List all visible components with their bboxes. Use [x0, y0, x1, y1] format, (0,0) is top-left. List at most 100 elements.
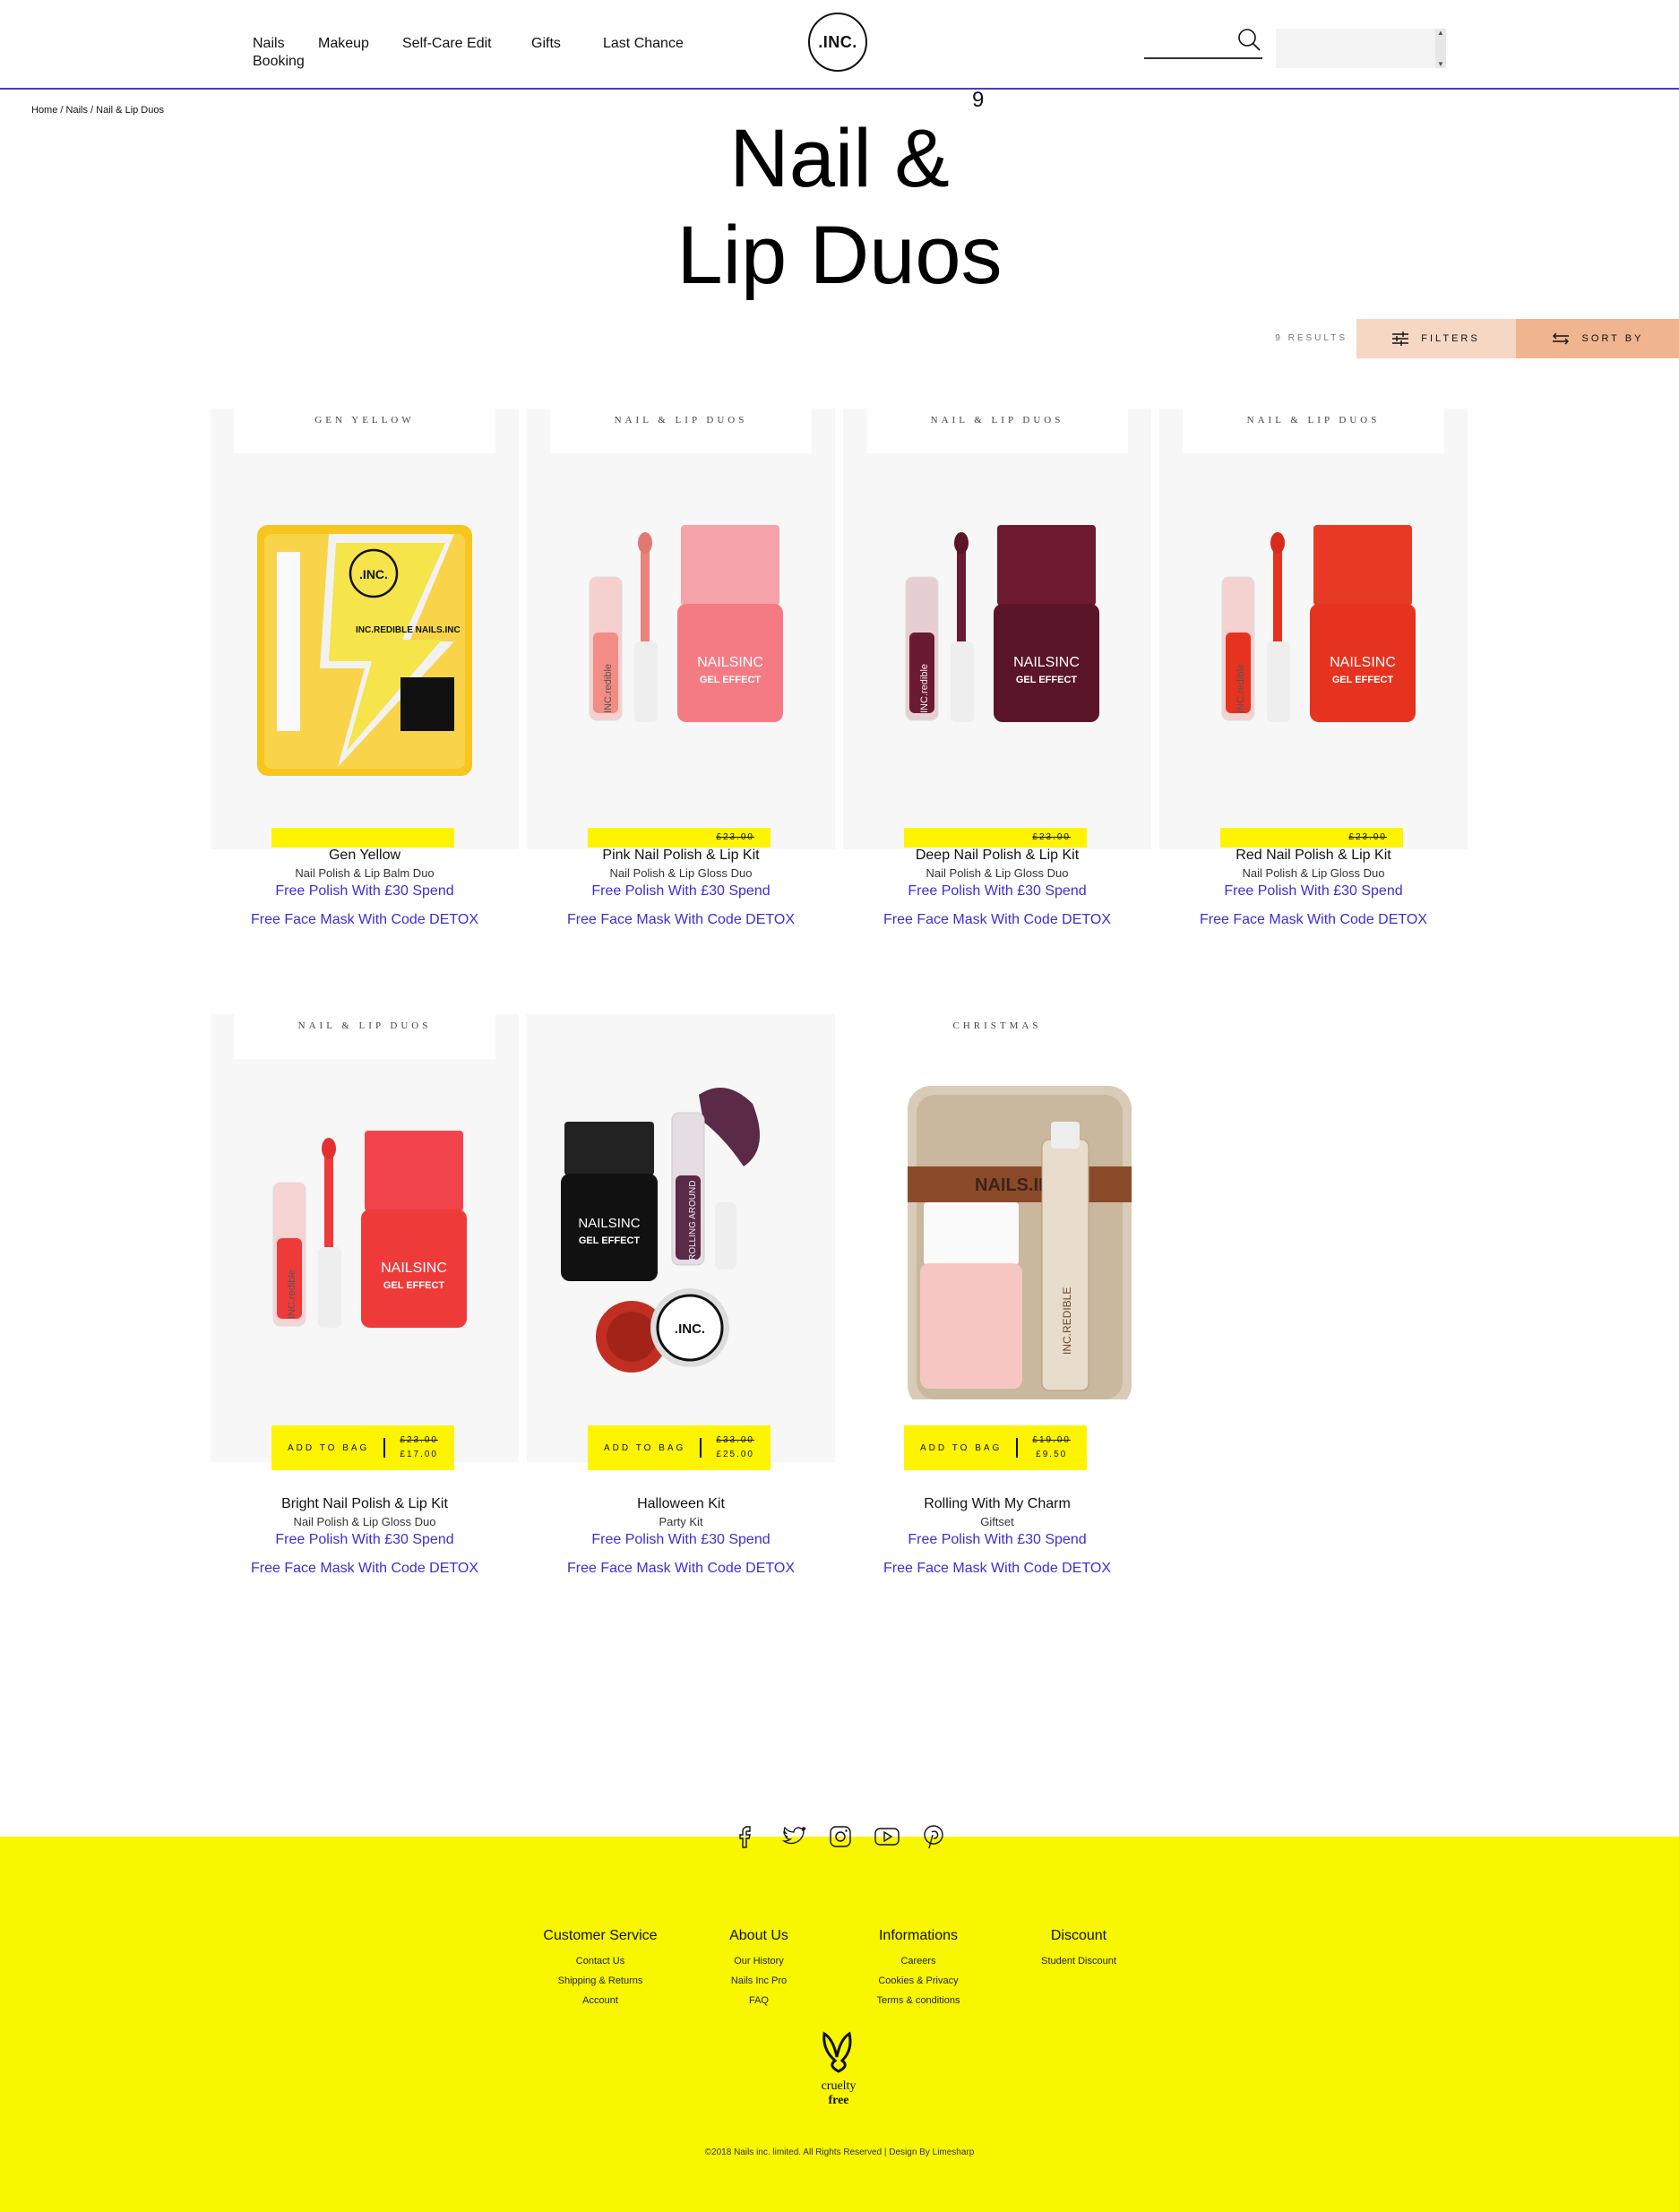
footer-link-cookies-privacy[interactable]: Cookies & Privacy [860, 1971, 977, 1991]
nav-makeup[interactable]: Makeup [318, 36, 369, 52]
sort-button[interactable]: SORT BY [1516, 319, 1679, 358]
youtube-icon[interactable] [873, 1822, 901, 1851]
product-image-deep-kit[interactable]: INC.redible NAILSINC GEL EFFECT [863, 498, 1132, 785]
footer-link-shipping-returns[interactable]: Shipping & Returns [534, 1971, 667, 1991]
add-to-bag-bar[interactable]: £23.00 [1220, 828, 1403, 848]
product-tag: NAIL & LIP DUOS [1183, 409, 1444, 453]
add-to-bag-bar[interactable]: ADD TO BAG £19.00 £9.50 [904, 1425, 1087, 1470]
footer-column-title: Informations [878, 1928, 959, 1943]
footer-link-account[interactable]: Account [534, 1991, 667, 2010]
product-name[interactable]: Halloween Kit [527, 1496, 835, 1512]
nav-booking[interactable]: Booking [253, 54, 305, 70]
cruelty-free-text-2: free [828, 2094, 848, 2107]
product-promo-code[interactable]: Free Face Mask With Code DETOX [211, 1561, 519, 1577]
product-name[interactable]: Pink Nail Polish & Lip Kit [527, 848, 835, 864]
product-promo: Free Polish With £30 Spend [1224, 883, 1403, 899]
add-to-bag-button[interactable]: ADD TO BAG [604, 1443, 685, 1453]
add-to-bag-divider [383, 1438, 386, 1458]
footer-column-discount: Discount Student Discount [1026, 1928, 1132, 1971]
pinterest-icon[interactable] [919, 1822, 948, 1851]
nav-gifts[interactable]: Gifts [531, 36, 561, 52]
product-image-red-kit[interactable]: INC.redible NAILSINC GEL EFFECT [1179, 498, 1448, 785]
price-block: £33.00 £25.00 [716, 1433, 754, 1462]
add-to-bag-bar[interactable]: £23.00 [588, 828, 771, 848]
polish-line: GEL EFFECT [1016, 675, 1078, 685]
add-to-bag-bar[interactable]: ADD TO BAG £33.00 £25.00 [588, 1425, 771, 1470]
product-promo-code[interactable]: Free Face Mask With Code DETOX [211, 912, 519, 928]
product-info: Red Nail Polish & Lip Kit Nail Polish & … [1159, 848, 1468, 928]
add-to-bag-bar[interactable] [271, 828, 454, 848]
old-price: £19.00 [1032, 1435, 1071, 1445]
product-promo: Free Polish With £30 Spend [908, 1532, 1087, 1547]
instagram-icon[interactable] [826, 1822, 855, 1851]
filters-icon [1392, 331, 1409, 346]
product-info: Bright Nail Polish & Lip Kit Nail Polish… [211, 1496, 519, 1577]
footer-column-title: About Us [729, 1928, 788, 1943]
product-promo: Free Polish With £30 Spend [275, 883, 454, 899]
product-image-pink-kit[interactable]: INC.redible NAILSINC GEL EFFECT [547, 498, 815, 785]
product-tag: NAIL & LIP DUOS [234, 1014, 495, 1059]
product-info: Gen Yellow Nail Polish & Lip Balm Duo Fr… [211, 848, 519, 928]
product-tag: NAIL & LIP DUOS [550, 409, 812, 453]
product-name[interactable]: Deep Nail Polish & Lip Kit [843, 848, 1151, 864]
product-info: Halloween Kit Party Kit Free Polish With… [527, 1496, 835, 1577]
product-promo: Free Polish With £30 Spend [591, 1532, 771, 1547]
product-name[interactable]: Red Nail Polish & Lip Kit [1159, 848, 1468, 864]
gloss-label: INC.redible [287, 1270, 297, 1319]
footer-link-careers[interactable]: Careers [860, 1951, 977, 1971]
footer-link-contact-us[interactable]: Contact Us [534, 1951, 667, 1971]
footer-link-faq[interactable]: FAQ [705, 1991, 813, 2010]
product-promo-code[interactable]: Free Face Mask With Code DETOX [843, 1561, 1151, 1577]
nav-nails[interactable]: Nails [253, 36, 285, 52]
search-icon[interactable] [1236, 27, 1262, 54]
product-promo-code[interactable]: Free Face Mask With Code DETOX [1159, 912, 1468, 928]
price-block: £19.00 £9.50 [1032, 1433, 1071, 1462]
copyright: ©2018 Nails inc. limited. All Rights Res… [704, 2147, 975, 2157]
polish-brand: NAILSINC [1330, 655, 1396, 670]
product-promo-code[interactable]: Free Face Mask With Code DETOX [527, 1561, 835, 1577]
footer-link-student-discount[interactable]: Student Discount [1026, 1951, 1132, 1971]
store-select[interactable]: ▲ ▼ [1276, 29, 1446, 68]
nav-self-care-edit[interactable]: Self-Care Edit [402, 36, 492, 52]
product-image-gen-yellow[interactable]: .INC. INC.REDIBLE NAILS.INC [230, 498, 499, 785]
title-product-count: 9 [972, 88, 985, 112]
twitter-icon[interactable] [779, 1822, 808, 1851]
gloss-name: ROLLING AROUND [688, 1181, 698, 1261]
product-name[interactable]: Rolling With My Charm [843, 1496, 1151, 1512]
facebook-icon[interactable] [733, 1822, 762, 1851]
product-tag: GEN YELLOW [234, 409, 495, 453]
gloss-label: INC.redible [1236, 664, 1246, 713]
page-title-line2: Lip Duos [676, 210, 1003, 301]
price-block: £23.00 £17.00 [400, 1433, 438, 1462]
footer-column-title: Customer Service [543, 1928, 658, 1943]
gloss-label: INC.redible [919, 664, 930, 713]
product-promo: Free Polish With £30 Spend [591, 883, 771, 899]
add-to-bag-divider [700, 1438, 702, 1458]
product-image-rolling-with-my-charm[interactable]: NAILS.INC INC.REDIBLE [863, 1086, 1132, 1399]
filters-button[interactable]: FILTERS [1356, 319, 1516, 358]
footer-column-informations: Informations Careers Cookies & Privacy T… [860, 1928, 977, 2010]
add-to-bag-button[interactable]: ADD TO BAG [920, 1443, 1002, 1453]
svg-text:.INC.: .INC. [359, 567, 388, 581]
footer-link-nails-inc-pro[interactable]: Nails Inc Pro [705, 1971, 813, 1991]
scroll-down-icon[interactable]: ▼ [1437, 60, 1444, 68]
product-name[interactable]: Bright Nail Polish & Lip Kit [211, 1496, 519, 1512]
product-subtitle: Nail Polish & Lip Balm Duo [295, 866, 435, 880]
product-promo-code[interactable]: Free Face Mask With Code DETOX [527, 912, 835, 928]
add-to-bag-button[interactable]: ADD TO BAG [288, 1443, 369, 1453]
scroll-up-icon[interactable]: ▲ [1437, 29, 1444, 37]
product-name[interactable]: Gen Yellow [211, 848, 519, 864]
footer-link-our-history[interactable]: Our History [705, 1951, 813, 1971]
product-image-bright-kit[interactable]: INC.redible NAILSINC GEL EFFECT [230, 1104, 499, 1390]
add-to-bag-bar[interactable]: ADD TO BAG £23.00 £17.00 [271, 1425, 454, 1470]
product-promo-code[interactable]: Free Face Mask With Code DETOX [843, 912, 1151, 928]
nav-last-chance[interactable]: Last Chance [603, 36, 684, 52]
search-input[interactable] [1144, 30, 1234, 54]
product-image-halloween-kit[interactable]: NAILSINC GEL EFFECT ROLLING AROUND .INC. [547, 1068, 815, 1390]
footer-link-terms[interactable]: Terms & conditions [860, 1991, 977, 2010]
site-logo[interactable]: .INC. [808, 13, 867, 72]
site-header: Nails Booking Makeup Self-Care Edit Gift… [0, 0, 1679, 90]
add-to-bag-bar[interactable]: £23.00 [904, 828, 1087, 848]
store-select-scrollbar[interactable]: ▲ ▼ [1435, 29, 1446, 68]
product-subtitle: Nail Polish & Lip Gloss Duo [609, 866, 753, 880]
